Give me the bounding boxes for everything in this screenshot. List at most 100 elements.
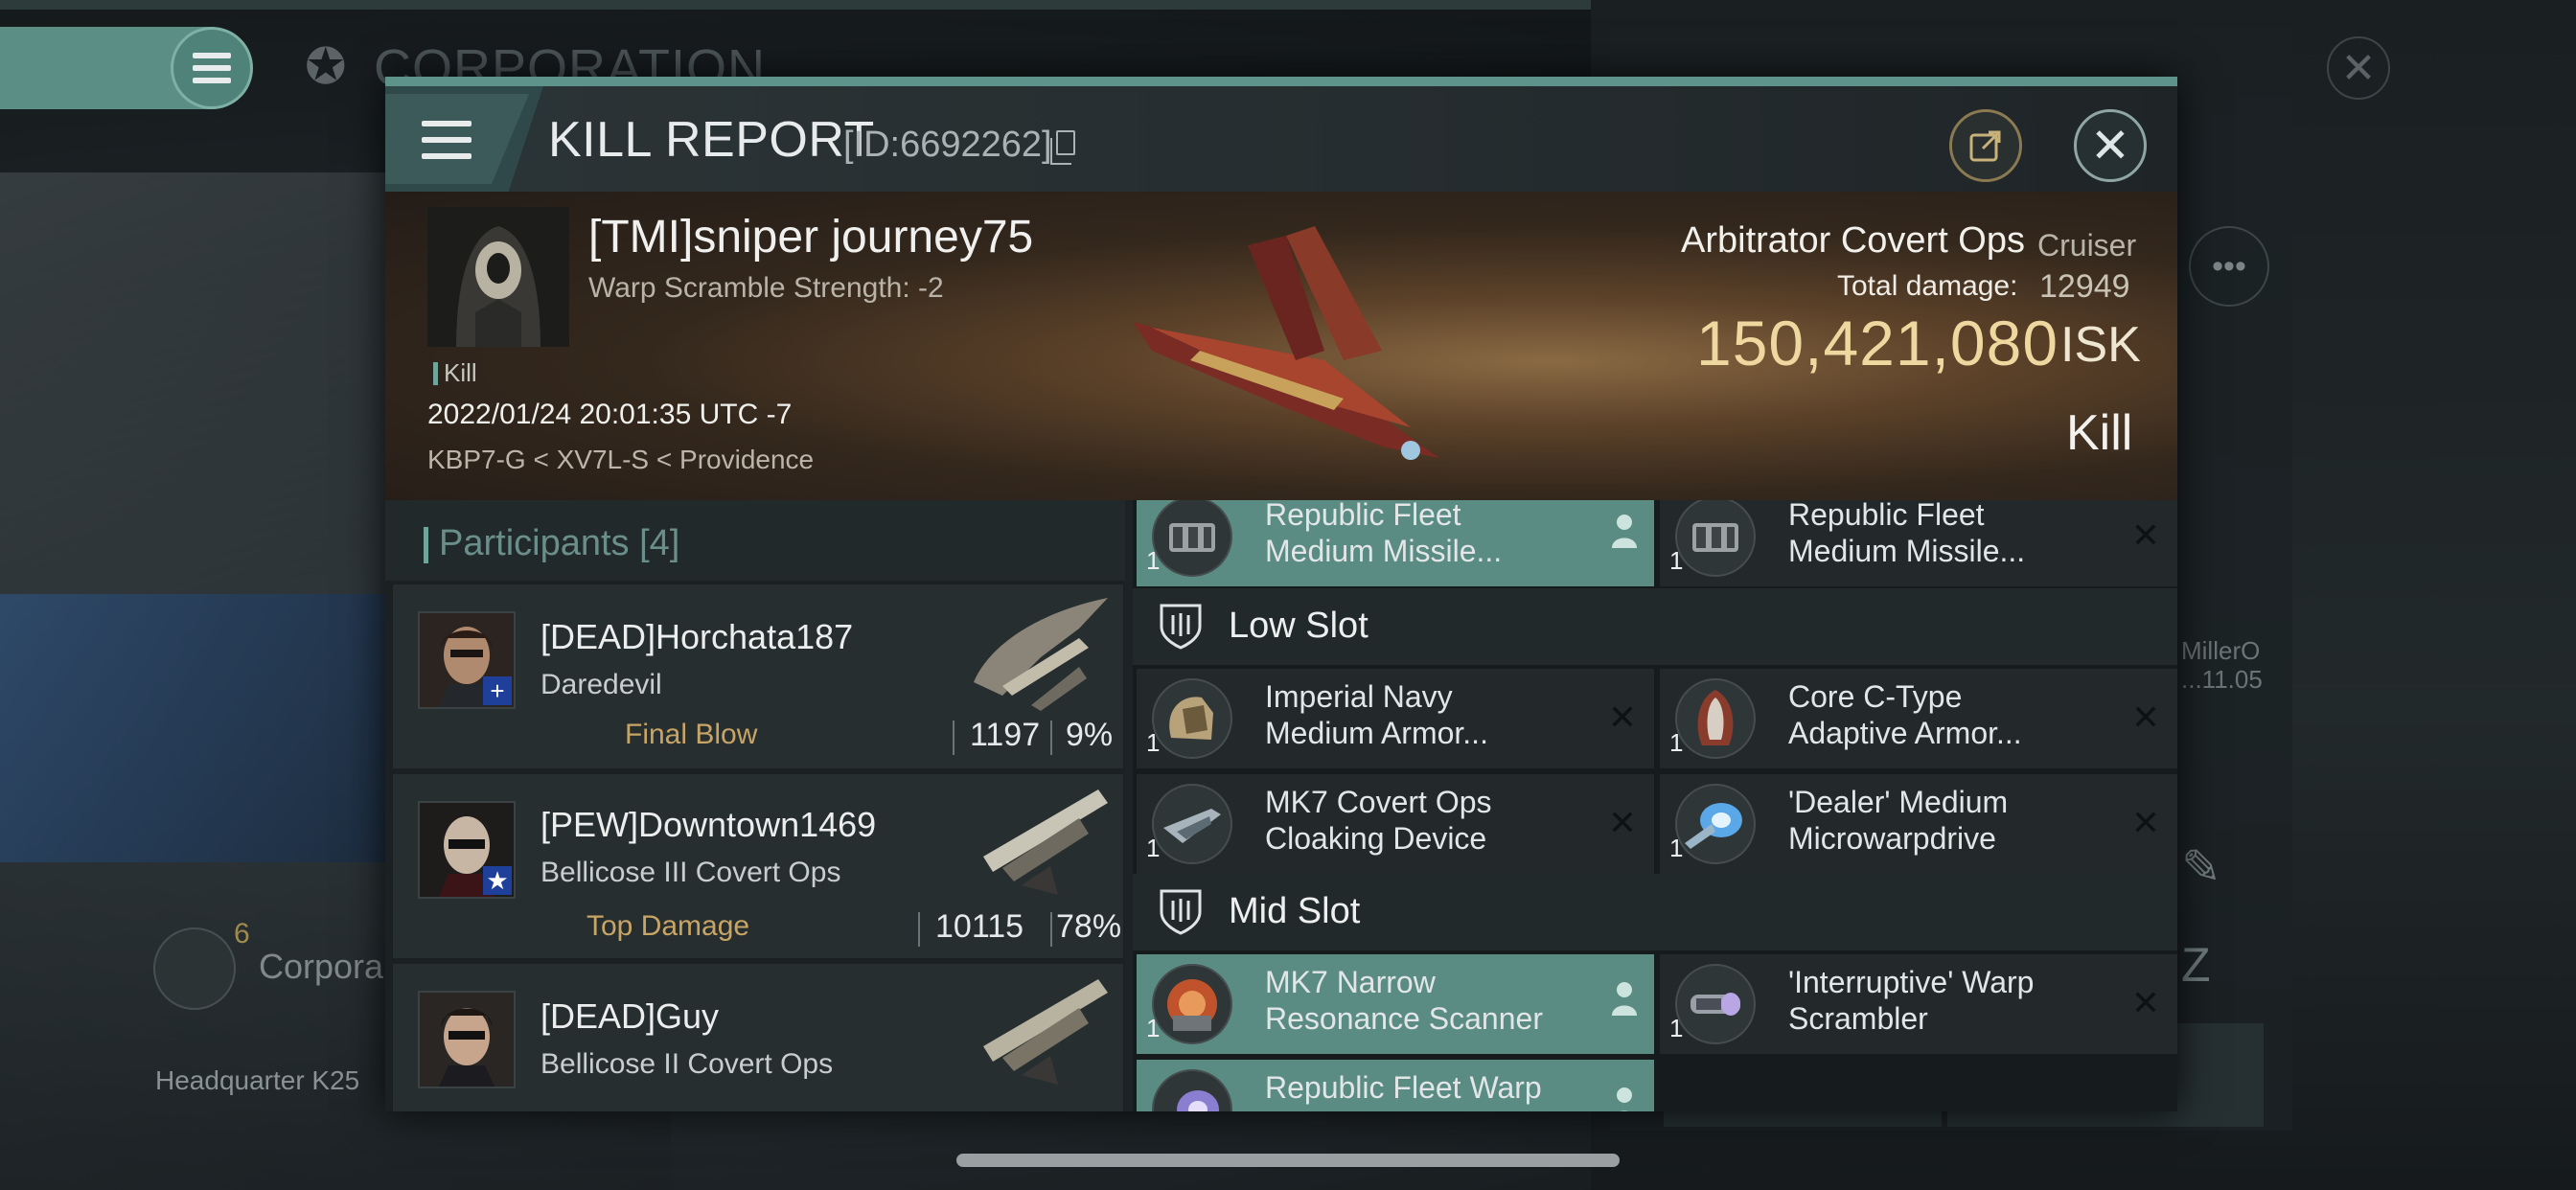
isk-value: 150,421,080 [1696,308,2059,378]
participants-title-text: Participants [439,523,630,563]
victim-portrait[interactable] [427,207,569,347]
participant-name: [DEAD]Guy [540,996,720,1036]
hamburger-icon[interactable] [422,121,472,159]
module-item[interactable]: 1 MK7 Narrow Resonance Scanner [1137,954,1654,1054]
module-quantity: 1 [1669,728,1684,757]
separator [1050,912,1052,947]
background-corporation-menu-button[interactable] [153,927,236,1010]
module-item[interactable]: 1 Republic Fleet Medium Missile... ✕ [1660,500,2177,586]
participant-badge: ★ [483,866,512,895]
module-quantity: 1 [1146,728,1161,757]
edit-icon[interactable]: ✎ [2181,839,2221,895]
background-corporation-label: Corpora [259,947,384,986]
module-quantity: 1 [1146,546,1161,575]
hamburger-icon [193,53,231,83]
participant-ship: Bellicose II Covert Ops [540,1048,834,1080]
close-button[interactable]: ✕ [2074,109,2147,182]
warp-scrambler-icon [1675,964,1756,1044]
module-item[interactable]: 1 Republic Fleet Medium Missile... [1137,500,1654,586]
copy-icon[interactable] [1050,130,1075,165]
background-side-date: ...11.05 [2181,665,2263,694]
background-close-icon[interactable]: ✕ [2327,36,2390,100]
participant-avatar [418,991,516,1088]
corporation-star-icon: ✪ [305,39,347,95]
module-name: MK7 Covert Ops Cloaking Device [1265,785,1492,856]
destroyed-x-icon: ✕ [2130,983,2160,1022]
fitting-modules-panel: 1 Republic Fleet Medium Missile... 1 Repu… [1133,500,2177,1111]
module-quantity: 1 [1146,834,1161,862]
participant-row[interactable]: ★ [PEW]Downtown1469 Bellicose III Covert… [393,774,1123,958]
separator [1050,721,1052,755]
module-name: Core C-Type Adaptive Armor... [1788,679,2022,750]
participant-ship-image [964,970,1119,1094]
shield-icon [1160,604,1202,650]
participant-row[interactable]: [DEAD]Guy Bellicose II Covert Ops [393,964,1123,1111]
module-item[interactable]: 1 MK7 Covert Ops Cloaking Device ✕ [1137,774,1654,874]
participant-row[interactable]: + [DEAD]Horchata187 Daredevil Final Blow… [393,584,1123,768]
warp-scramble-strength: Warp Scramble Strength: -2 [588,272,944,304]
share-button[interactable] [1949,109,2022,182]
isk-label: ISK [2060,317,2141,373]
participant-badge: + [483,676,512,705]
destroyed-x-icon: ✕ [2130,698,2160,737]
destroyed-x-icon: ✕ [1607,803,1637,842]
share-icon [1969,130,2001,162]
participant-percent: 78% [1056,908,1122,945]
cloaking-device-icon [1152,784,1232,864]
kill-location[interactable]: KBP7-G < XV7L-S < Providence [427,445,814,475]
background-menu-button[interactable] [171,27,253,109]
dialog-header: KILL REPORT [ID:6692262] ✕ [385,86,2177,192]
module-item[interactable]: 1 Core C-Type Adaptive Armor... ✕ [1660,669,2177,768]
victim-ship-class: Cruiser [2037,228,2137,263]
separator [953,721,954,755]
total-damage-label: Total damage: [1837,270,2018,302]
more-options-icon[interactable]: ••• [2189,226,2269,307]
adaptive-armor-icon [1675,678,1756,759]
armor-plate-icon [1152,678,1232,759]
shield-icon [1160,889,1202,935]
participant-name: [PEW]Downtown1469 [540,805,877,844]
participant-percent: 9% [1066,717,1114,753]
destroyed-x-icon: ✕ [2130,515,2160,555]
low-slot-title: Low Slot [1229,606,1368,646]
module-name: MK7 Narrow Resonance Scanner [1265,965,1543,1036]
participant-ship: Daredevil [540,669,662,700]
participants-title: Participants [4] [423,523,679,564]
person-icon [1617,1087,1632,1111]
module-item[interactable]: 1 Imperial Navy Medium Armor... ✕ [1137,669,1654,768]
module-name: 'Interruptive' Warp Scrambler [1788,965,2035,1036]
destroyed-x-icon: ✕ [2130,803,2160,842]
home-indicator[interactable] [956,1154,1620,1167]
total-damage-value: 12949 [2039,268,2130,305]
participant-ship-image [964,780,1119,904]
dialog-top-accent [385,77,2177,86]
victim-ship-name[interactable]: Arbitrator Covert Ops [1681,220,2025,262]
separator [918,912,920,947]
module-name: Republic Fleet Warp [1265,1070,1542,1105]
module-name: Republic Fleet Medium Missile... [1788,500,2026,568]
participant-damage: 1197 [970,717,1041,753]
participant-name: [DEAD]Horchata187 [540,617,854,656]
warp-disruptor-icon [1152,1069,1232,1111]
result-label: Kill [2066,405,2133,461]
background-side-name: MillerO [2181,636,2261,665]
module-item[interactable]: Republic Fleet Warp [1137,1060,1654,1111]
victim-name[interactable]: [TMI]sniper journey75 [588,211,1033,263]
microwarpdrive-icon [1675,784,1756,864]
participant-tag: Final Blow [625,719,758,750]
module-item[interactable]: 1 'Interruptive' Warp Scrambler ✕ [1660,954,2177,1054]
background-corporation-count: 6 [234,918,250,950]
participant-damage: 10115 [935,908,1024,945]
sleep-settings-icon[interactable]: Z [2181,937,2211,993]
dialog-title: KILL REPORT [548,112,875,168]
mid-slot-header: Mid Slot [1133,874,2177,950]
close-icon: ✕ [2090,119,2130,172]
module-quantity: 1 [1669,546,1684,575]
victim-ship-image[interactable] [1094,207,1497,494]
module-name: Imperial Navy Medium Armor... [1265,679,1488,750]
participant-avatar: ★ [418,801,516,899]
module-quantity: 1 [1146,1014,1161,1042]
module-item[interactable]: 1 'Dealer' Medium Microwarpdrive ✕ [1660,774,2177,874]
missile-launcher-icon [1152,500,1232,577]
kill-datetime: 2022/01/24 20:01:35 UTC -7 [427,399,793,430]
